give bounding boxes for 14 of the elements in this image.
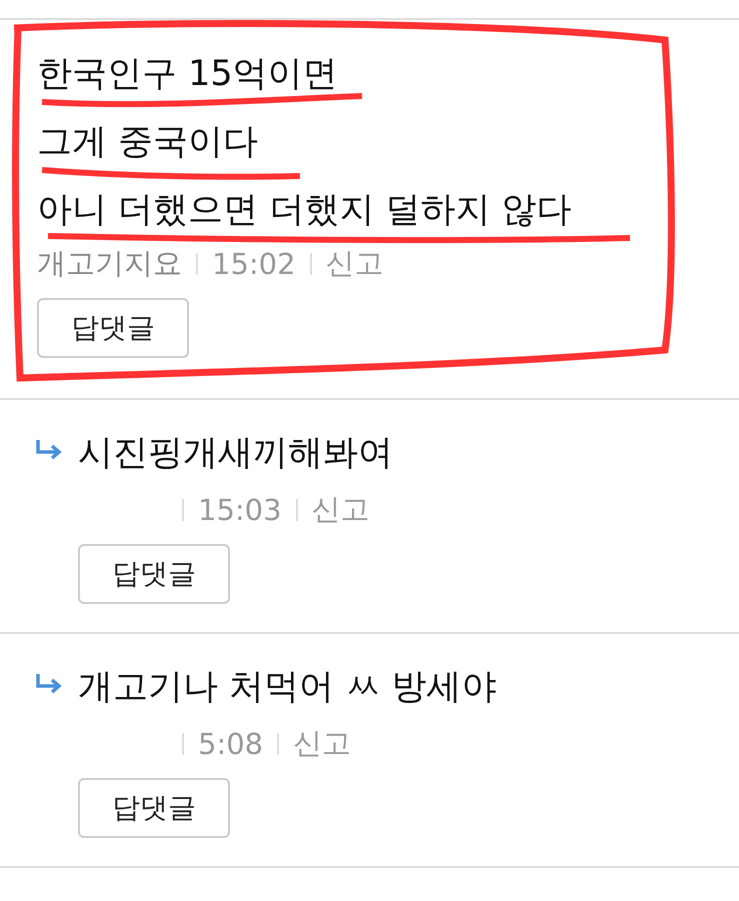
- timestamp: 15:02: [212, 247, 296, 281]
- timestamp: 5:08: [198, 727, 264, 761]
- reply-button[interactable]: 답댓글: [78, 544, 230, 604]
- comment-text: 그게 중국이다: [37, 121, 260, 164]
- timestamp: 15:03: [198, 493, 282, 527]
- reply-arrow-icon: [34, 438, 64, 462]
- comment-text: 아니 더했으면 더했지 덜하지 않다: [37, 189, 572, 232]
- comment-text: 시진핑개새끼해봐여: [78, 432, 393, 475]
- reply-arrow-icon: [34, 672, 64, 696]
- comment-text: 한국인구 15억이면: [37, 53, 339, 96]
- reply-button[interactable]: 답댓글: [37, 298, 189, 358]
- reply-button[interactable]: 답댓글: [78, 778, 230, 838]
- comment-text: 개고기나 처먹어 ㅆ 방세야: [78, 666, 496, 709]
- author-name: 개고기지요: [37, 245, 182, 282]
